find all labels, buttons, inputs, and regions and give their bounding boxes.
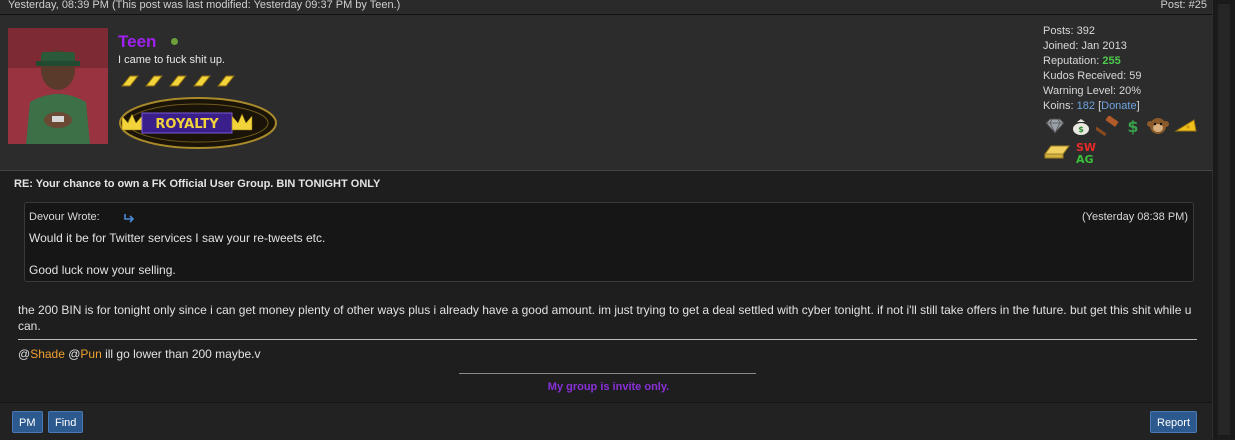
signature-text: My group is invite only. [547, 381, 670, 393]
group-badge-label: ROYALTY [155, 117, 219, 132]
signature-divider [459, 373, 756, 374]
stat-posts: Posts: 392 [1043, 25, 1095, 37]
post-header-bar: Yesterday, 08:39 PM (This post was last … [0, 0, 1212, 15]
rank-star-icon [168, 75, 188, 87]
gold-bar-icon [1044, 145, 1070, 159]
quote-jump-icon[interactable] [123, 213, 135, 223]
rank-star-icon [144, 75, 164, 87]
pm-button[interactable]: PM [12, 411, 43, 433]
quote-author: Devour Wrote: [29, 211, 100, 223]
stat-kudos: Kudos Received: 59 [1043, 70, 1142, 82]
mention-shade-link[interactable]: Shade [30, 347, 65, 361]
reputation-value-link[interactable]: 255 [1102, 55, 1120, 67]
mention-pun-link[interactable]: Pun [80, 347, 101, 361]
rank-star-icon [120, 75, 140, 87]
svg-text:AG: AG [1076, 153, 1094, 166]
post-divider [18, 339, 1197, 340]
post-number-link[interactable]: Post: #25 [1161, 0, 1207, 11]
stat-warning: Warning Level: 20% [1043, 85, 1142, 97]
quote-block: Devour Wrote: (Yesterday 08:38 PM) Would… [24, 202, 1194, 282]
quote-line: Would it be for Twitter services I saw y… [29, 231, 326, 245]
swag-icon: SW AG [1076, 141, 1096, 166]
avatar[interactable] [8, 28, 108, 144]
stat-reputation: Reputation: 255 [1043, 55, 1121, 67]
stat-koins: Koins: 182 [Donate] [1043, 100, 1140, 112]
post-subject: RE: Your chance to own a FK Official Use… [14, 178, 381, 190]
dollar-sign-icon: $ [1127, 117, 1138, 136]
report-button[interactable]: Report [1150, 411, 1198, 433]
post-body: the 200 BIN is for tonight only since i … [18, 303, 1192, 333]
post-footer: PM Find Report [0, 402, 1212, 440]
user-title: I came to fuck shit up. [118, 54, 225, 66]
scrollbar-thumb[interactable] [1218, 4, 1230, 435]
online-status-icon [171, 38, 178, 45]
svg-text:$: $ [1127, 117, 1138, 136]
gavel-icon [1095, 116, 1118, 136]
scrollbar[interactable] [1212, 0, 1235, 439]
rank-star-icon [216, 75, 236, 87]
monkey-icon [1147, 118, 1170, 134]
svg-text:$: $ [1079, 125, 1085, 134]
rank-star-icon [192, 75, 212, 87]
group-badge: ROYALTY [118, 96, 278, 150]
username[interactable]: Teen [118, 32, 156, 52]
user-stats: Posts: 392 Joined: Jan 2013 Reputation: … [1043, 24, 1141, 114]
award-icons: $ $ SW AG [1043, 116, 1208, 166]
quote-line: Good luck now your selling. [29, 263, 176, 277]
donate-link[interactable]: Donate [1101, 100, 1136, 112]
diamond-icon [1045, 118, 1065, 134]
quote-time: (Yesterday 08:38 PM) [1082, 211, 1188, 223]
rank-stars [120, 72, 240, 90]
cheese-icon [1173, 119, 1197, 132]
money-bag-icon: $ [1073, 119, 1090, 135]
stat-joined: Joined: Jan 2013 [1043, 40, 1127, 52]
post-date: Yesterday, 08:39 PM (This post was last … [8, 0, 401, 11]
koins-value-link[interactable]: 182 [1077, 100, 1095, 112]
mention-line: @Shade @Pun ill go lower than 200 maybe.… [18, 347, 261, 361]
find-button[interactable]: Find [48, 411, 84, 433]
